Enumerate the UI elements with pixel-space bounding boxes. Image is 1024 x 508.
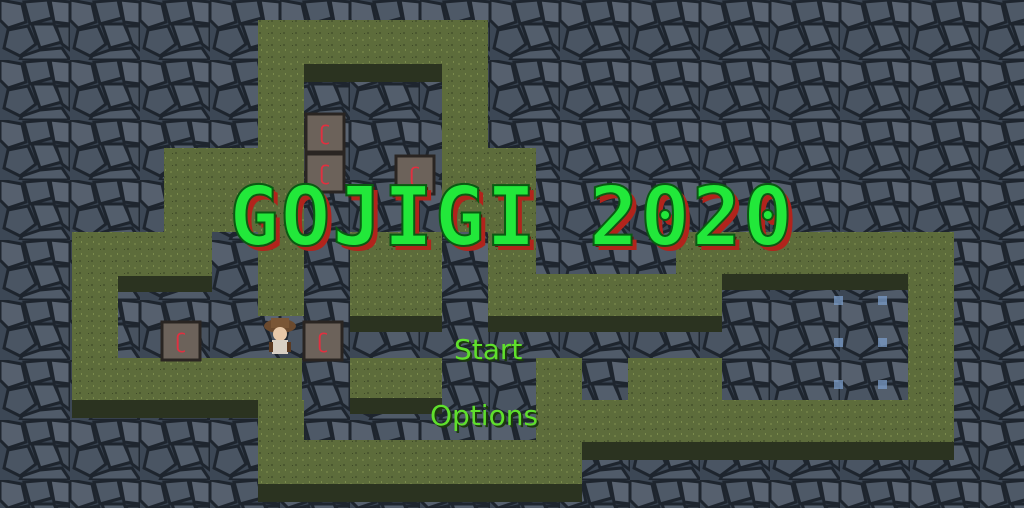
crate: ʗ [302, 320, 344, 362]
svg-text:ʗ: ʗ [320, 121, 330, 145]
game-scene: ʗ ʗ ʗ ʗ ʗ GOJIGI 2020 Start Options [0, 0, 1024, 508]
svg-text:ʗ: ʗ [318, 329, 328, 353]
start-button[interactable]: Start [454, 333, 522, 366]
crate: ʗ [160, 320, 202, 362]
options-button[interactable]: Options [430, 399, 538, 432]
crate: ʗ [304, 112, 346, 154]
game-title: GOJIGI 2020 [228, 169, 795, 266]
svg-text:ʗ: ʗ [176, 329, 186, 353]
